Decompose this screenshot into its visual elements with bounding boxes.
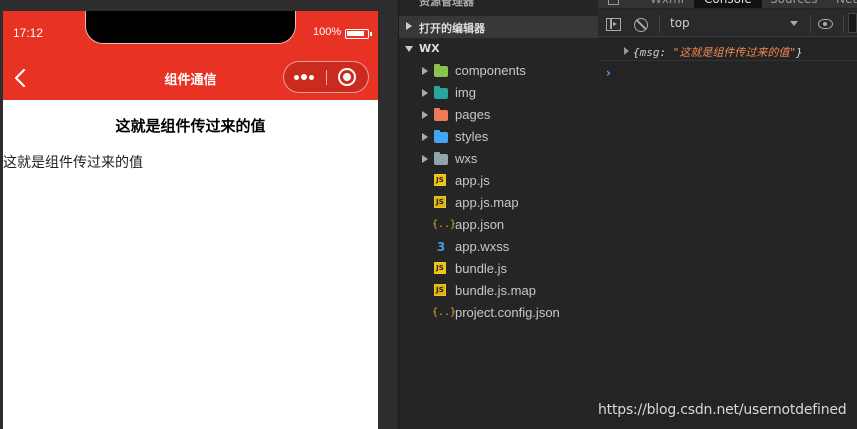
js-file-icon: JS xyxy=(434,262,446,274)
log-value: "这就是组件传过来的值" xyxy=(672,46,796,59)
log-brace-close: } xyxy=(796,46,803,59)
folder-pages-icon xyxy=(434,108,448,121)
tab-console[interactable]: Console xyxy=(694,0,762,8)
screenshot-root: 17:12 100% 组件通信 这就是组件传过来的值 这就是组件传过来的值 资源… xyxy=(0,0,857,429)
json-file-icon: {..} xyxy=(432,219,457,230)
chevron-right-icon xyxy=(422,89,428,97)
battery-icon xyxy=(345,29,372,39)
file-explorer: 资源管理器 打开的编辑器 WX components img pages styles… xyxy=(398,0,599,429)
tree-file[interactable]: JS app.js xyxy=(399,170,599,192)
log-brace-open: { xyxy=(633,46,640,59)
toolbar-divider xyxy=(843,15,844,33)
tree-item-label: img xyxy=(455,85,476,100)
chevron-right-icon xyxy=(422,111,428,119)
capsule-divider xyxy=(326,70,327,85)
console-log-entry[interactable]: {msg: "这就是组件传过来的值"} xyxy=(598,41,857,61)
phone-screen: 17:12 100% 组件通信 这就是组件传过来的值 这就是组件传过来的值 xyxy=(3,11,378,429)
log-key: msg xyxy=(639,46,660,59)
console-filter-input[interactable] xyxy=(848,13,857,33)
tree-file[interactable]: JS app.js.map xyxy=(399,192,599,214)
folder-components-icon xyxy=(434,64,448,77)
chevron-right-icon xyxy=(422,67,428,75)
dropdown-arrow-icon xyxy=(790,21,798,26)
phone-header: 17:12 100% 组件通信 xyxy=(3,11,378,100)
tree-item-label: components xyxy=(455,63,526,78)
folder-img-icon xyxy=(434,86,448,99)
status-time: 17:12 xyxy=(13,26,44,40)
toolbar-divider xyxy=(810,15,811,33)
tree-folder[interactable]: img xyxy=(399,82,599,104)
capsule-close-icon[interactable] xyxy=(338,68,356,86)
tree-item-label: app.json xyxy=(455,217,505,232)
tree-item-label: bundle.js xyxy=(455,261,508,276)
explorer-title: 资源管理器 xyxy=(419,0,474,8)
tab-sources[interactable]: Sources xyxy=(770,0,817,8)
chevron-right-icon xyxy=(422,133,428,141)
tree-item-label: app.js.map xyxy=(455,195,519,210)
tree-folder[interactable]: styles xyxy=(399,126,599,148)
js-map-file-icon: JS xyxy=(434,284,446,296)
tree-item-label: app.js xyxy=(455,173,490,188)
tree-item-label: wxs xyxy=(455,151,478,166)
context-select[interactable]: top xyxy=(664,13,804,33)
open-editors-label: 打开的编辑器 xyxy=(419,22,485,35)
phone-notch xyxy=(85,11,296,44)
json-file-icon: {..} xyxy=(432,307,457,318)
live-expression-eye-icon[interactable] xyxy=(818,19,833,29)
log-object: {msg: "这就是组件传过来的值"} xyxy=(633,44,803,60)
tree-folder[interactable]: pages xyxy=(399,104,599,126)
tree-item-label: bundle.js.map xyxy=(455,283,536,298)
css-file-icon: 3 xyxy=(436,240,446,254)
show-sidebar-icon[interactable] xyxy=(606,18,621,31)
console-prompt-icon: › xyxy=(606,66,611,80)
workspace-root-section[interactable]: WX xyxy=(399,38,599,60)
tree-file[interactable]: {..} app.json xyxy=(399,214,599,236)
tree-item-label: styles xyxy=(455,129,489,144)
tree-file[interactable]: JS bundle.js.map xyxy=(399,280,599,302)
folder-icon xyxy=(434,152,448,165)
tree-folder[interactable]: wxs xyxy=(399,148,599,170)
watermark-url: https://blog.csdn.net/usernotdefined xyxy=(598,402,847,418)
battery-percent: 100% xyxy=(313,26,342,38)
tree-file[interactable]: 3 app.wxss xyxy=(399,236,599,258)
toolbar-divider xyxy=(659,15,660,33)
tree-item-label: app.wxss xyxy=(455,239,510,254)
more-dots-icon[interactable] xyxy=(284,62,326,92)
tab-network[interactable]: Net xyxy=(836,0,857,8)
log-colon: : xyxy=(659,46,673,59)
tab-wxml[interactable]: Wxml xyxy=(650,0,684,8)
chevron-down-icon xyxy=(405,46,413,52)
tree-folder[interactable]: components xyxy=(399,60,599,82)
inspect-element-icon[interactable] xyxy=(608,0,619,5)
open-editors-section[interactable]: 打开的编辑器 xyxy=(399,16,599,38)
devtools-tabbar: Wxml Console Sources Net xyxy=(598,0,857,8)
tree-file[interactable]: JS bundle.js xyxy=(399,258,599,280)
chevron-right-icon xyxy=(422,155,428,163)
js-map-file-icon: JS xyxy=(434,196,446,208)
simulator-panel: 17:12 100% 组件通信 这就是组件传过来的值 这就是组件传过来的值 xyxy=(0,0,398,429)
page-body-text: 这就是组件传过来的值 xyxy=(3,155,143,171)
console-toolbar: top xyxy=(598,9,857,37)
tree-file[interactable]: {..} project.config.json xyxy=(399,302,599,324)
expand-caret-icon[interactable] xyxy=(624,47,629,55)
mini-program-capsule xyxy=(283,61,369,93)
tree-item-label: project.config.json xyxy=(455,305,560,320)
page-heading: 这就是组件传过来的值 xyxy=(115,117,266,135)
workspace-root-label: WX xyxy=(419,42,440,55)
folder-styles-icon xyxy=(434,130,448,143)
console-input[interactable] xyxy=(618,64,852,80)
clear-console-icon[interactable] xyxy=(634,18,648,32)
js-file-icon: JS xyxy=(434,174,446,186)
chevron-right-icon xyxy=(406,22,412,30)
context-value: top xyxy=(670,16,690,30)
devtools-panel: Wxml Console Sources Net top {msg: "这就是组… xyxy=(598,0,857,429)
tree-item-label: pages xyxy=(455,107,491,122)
